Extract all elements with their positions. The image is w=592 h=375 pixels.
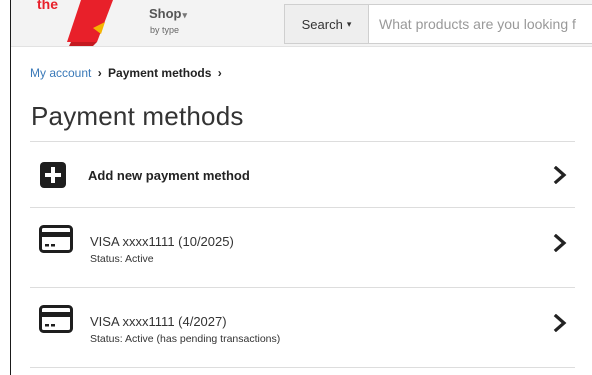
search-placeholder: What products are you looking f — [379, 16, 576, 32]
breadcrumb-my-account[interactable]: My account — [30, 66, 91, 80]
plus-square-icon — [40, 162, 66, 188]
caret-down-icon: ▾ — [182, 10, 188, 20]
chevron-right-icon: › — [217, 66, 222, 80]
shop-label-text: Shop — [149, 6, 182, 21]
payment-methods-list: Add new payment method VISA xxxx1111 (10… — [30, 141, 575, 368]
add-payment-method-label: Add new payment method — [88, 168, 250, 183]
shop-menu-subtitle: by type — [150, 25, 180, 35]
payment-method-row[interactable]: VISA xxxx1111 (10/2025) Status: Active — [30, 207, 575, 287]
list-divider — [30, 367, 575, 368]
site-header: the Shop▾ by type Search ▾ What products… — [11, 0, 592, 47]
add-payment-method-row[interactable]: Add new payment method — [30, 141, 575, 207]
breadcrumb-current: Payment methods — [108, 66, 212, 80]
chevron-right-icon — [553, 234, 567, 252]
credit-card-icon — [39, 305, 73, 333]
card-title: VISA xxxx1111 (4/2027) — [90, 314, 227, 329]
search-button-label: Search — [301, 16, 343, 32]
brand-logo[interactable]: the — [33, 0, 113, 46]
chevron-right-icon — [553, 314, 567, 332]
card-title: VISA xxxx1111 (10/2025) — [90, 234, 234, 249]
chevron-right-icon — [553, 166, 567, 184]
search-input[interactable]: What products are you looking f — [368, 4, 592, 44]
payment-method-row[interactable]: VISA xxxx1111 (4/2027) Status: Active (h… — [30, 287, 575, 367]
page-title: Payment methods — [31, 101, 244, 131]
breadcrumb: My account › Payment methods › — [30, 66, 225, 80]
chevron-right-icon: › — [97, 66, 102, 80]
caret-down-icon: ▾ — [346, 18, 352, 29]
search-scope-button[interactable]: Search ▾ — [284, 4, 368, 44]
shop-menu[interactable]: Shop▾ by type — [149, 6, 187, 35]
svg-text:the: the — [37, 0, 58, 12]
page-frame: the Shop▾ by type Search ▾ What products… — [10, 0, 592, 375]
credit-card-icon — [39, 225, 73, 253]
card-status: Status: Active — [90, 253, 154, 265]
shop-menu-label: Shop▾ — [149, 6, 187, 21]
card-status: Status: Active (has pending transactions… — [90, 333, 281, 345]
